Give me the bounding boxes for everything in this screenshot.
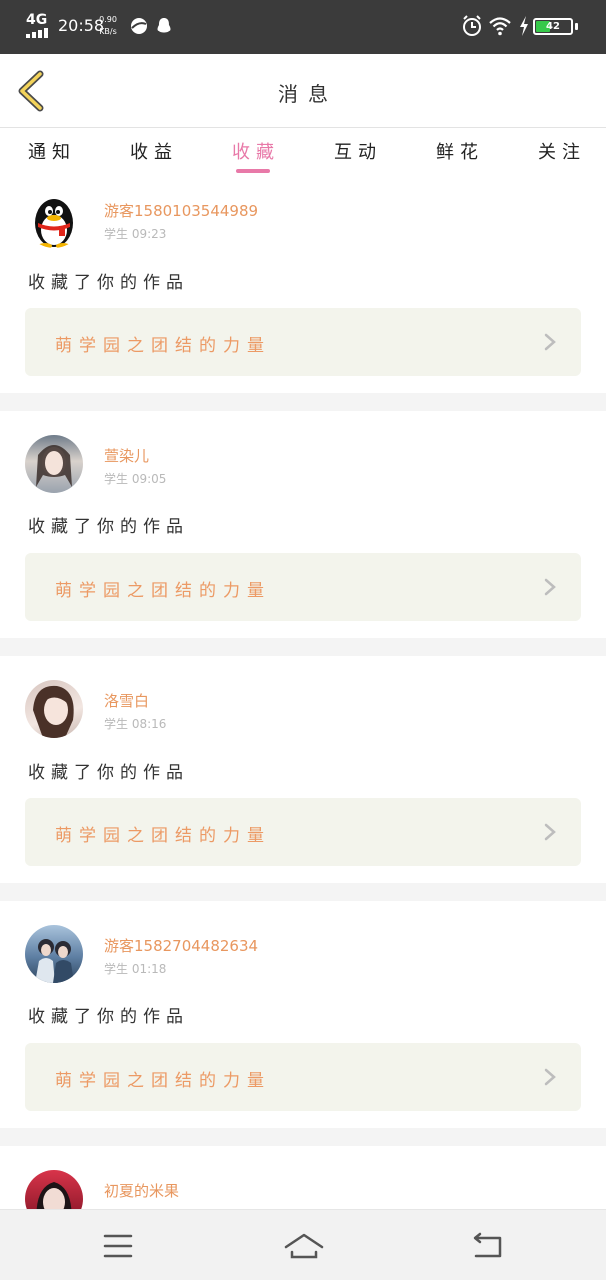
user-meta: 学生 08:16 xyxy=(104,717,167,731)
battery-cap xyxy=(575,23,578,30)
action-text: 收藏了你的作品 xyxy=(28,1007,189,1027)
user-avatar[interactable] xyxy=(25,435,83,493)
qq-penguin-avatar[interactable] xyxy=(25,190,83,248)
work-link[interactable]: 萌学园之团结的力量 xyxy=(25,1043,581,1111)
user-name[interactable]: 游客1582704482634 xyxy=(104,935,258,956)
work-title: 萌学园之团结的力量 xyxy=(55,826,271,846)
user-name[interactable]: 初夏的米果 xyxy=(104,1180,179,1201)
list-item[interactable]: 游客1580103544989 学生 09:23 收藏了你的作品 萌学园之团结的… xyxy=(0,180,606,393)
list-item[interactable]: 初夏的米果 xyxy=(0,1146,606,1209)
work-link[interactable]: 萌学园之团结的力量 xyxy=(25,553,581,621)
action-text: 收藏了你的作品 xyxy=(28,763,189,783)
charging-icon xyxy=(520,16,528,36)
work-link[interactable]: 萌学园之团结的力量 xyxy=(25,798,581,866)
network-speed: 0.90 KB/s xyxy=(99,15,117,36)
action-text: 收藏了你的作品 xyxy=(28,517,189,537)
user-name[interactable]: 洛雪白 xyxy=(104,690,149,711)
divider xyxy=(0,393,606,411)
tab-earnings[interactable]: 收益 xyxy=(130,138,178,178)
user-avatar[interactable] xyxy=(25,680,83,738)
action-text: 收藏了你的作品 xyxy=(28,273,189,293)
screen: 4G 20:58 0.90 KB/s 42 消息 通知 收益 收藏 互动 鲜花 … xyxy=(0,0,606,1280)
user-name[interactable]: 游客1580103544989 xyxy=(104,200,258,221)
chevron-right-icon xyxy=(544,578,556,596)
chevron-right-icon xyxy=(544,823,556,841)
user-avatar[interactable] xyxy=(25,925,83,983)
chevron-right-icon xyxy=(544,1068,556,1086)
browser-app-icon xyxy=(131,18,147,34)
divider xyxy=(0,883,606,901)
battery-level: 42 xyxy=(546,21,560,32)
user-meta: 学生 01:18 xyxy=(104,962,167,976)
work-title: 萌学园之团结的力量 xyxy=(55,1071,271,1091)
tab-flowers[interactable]: 鲜花 xyxy=(436,138,484,178)
work-title: 萌学园之团结的力量 xyxy=(55,581,271,601)
list-item[interactable]: 萱染儿 学生 09:05 收藏了你的作品 萌学园之团结的力量 xyxy=(0,411,606,624)
alarm-icon xyxy=(463,15,481,36)
user-meta: 学生 09:05 xyxy=(104,472,167,486)
menu-button[interactable] xyxy=(98,1230,138,1262)
work-link[interactable]: 萌学园之团结的力量 xyxy=(25,308,581,376)
tab-bar: 通知 收益 收藏 互动 鲜花 关注 xyxy=(0,130,606,178)
system-nav-bar xyxy=(0,1209,606,1280)
back-nav-button[interactable] xyxy=(468,1230,508,1262)
work-title: 萌学园之团结的力量 xyxy=(55,336,271,356)
home-button[interactable] xyxy=(282,1230,326,1262)
list-item[interactable]: 游客1582704482634 学生 01:18 收藏了你的作品 萌学园之团结的… xyxy=(0,901,606,1114)
home-icon xyxy=(284,1233,324,1259)
tab-following[interactable]: 关注 xyxy=(538,138,586,178)
divider xyxy=(0,1128,606,1146)
chevron-right-icon xyxy=(544,333,556,351)
header: 消息 xyxy=(0,54,606,128)
page-title: 消息 xyxy=(278,82,338,106)
user-meta: 学生 09:23 xyxy=(104,227,167,241)
tab-interactions[interactable]: 互动 xyxy=(334,138,382,178)
divider xyxy=(0,638,606,656)
user-name[interactable]: 萱染儿 xyxy=(104,445,149,466)
qq-notification-icon xyxy=(157,18,171,33)
wifi-icon xyxy=(489,17,511,36)
status-bar: 4G 20:58 0.90 KB/s 42 xyxy=(0,0,606,54)
network-type: 4G xyxy=(26,12,48,28)
signal-icon xyxy=(26,28,50,38)
tab-notifications[interactable]: 通知 xyxy=(28,138,76,178)
list-item[interactable]: 洛雪白 学生 08:16 收藏了你的作品 萌学园之团结的力量 xyxy=(0,656,606,869)
battery-icon: 42 xyxy=(533,18,573,35)
active-tab-indicator xyxy=(236,169,270,173)
user-avatar[interactable] xyxy=(25,1170,83,1209)
menu-icon xyxy=(103,1234,133,1258)
back-icon xyxy=(473,1232,502,1258)
